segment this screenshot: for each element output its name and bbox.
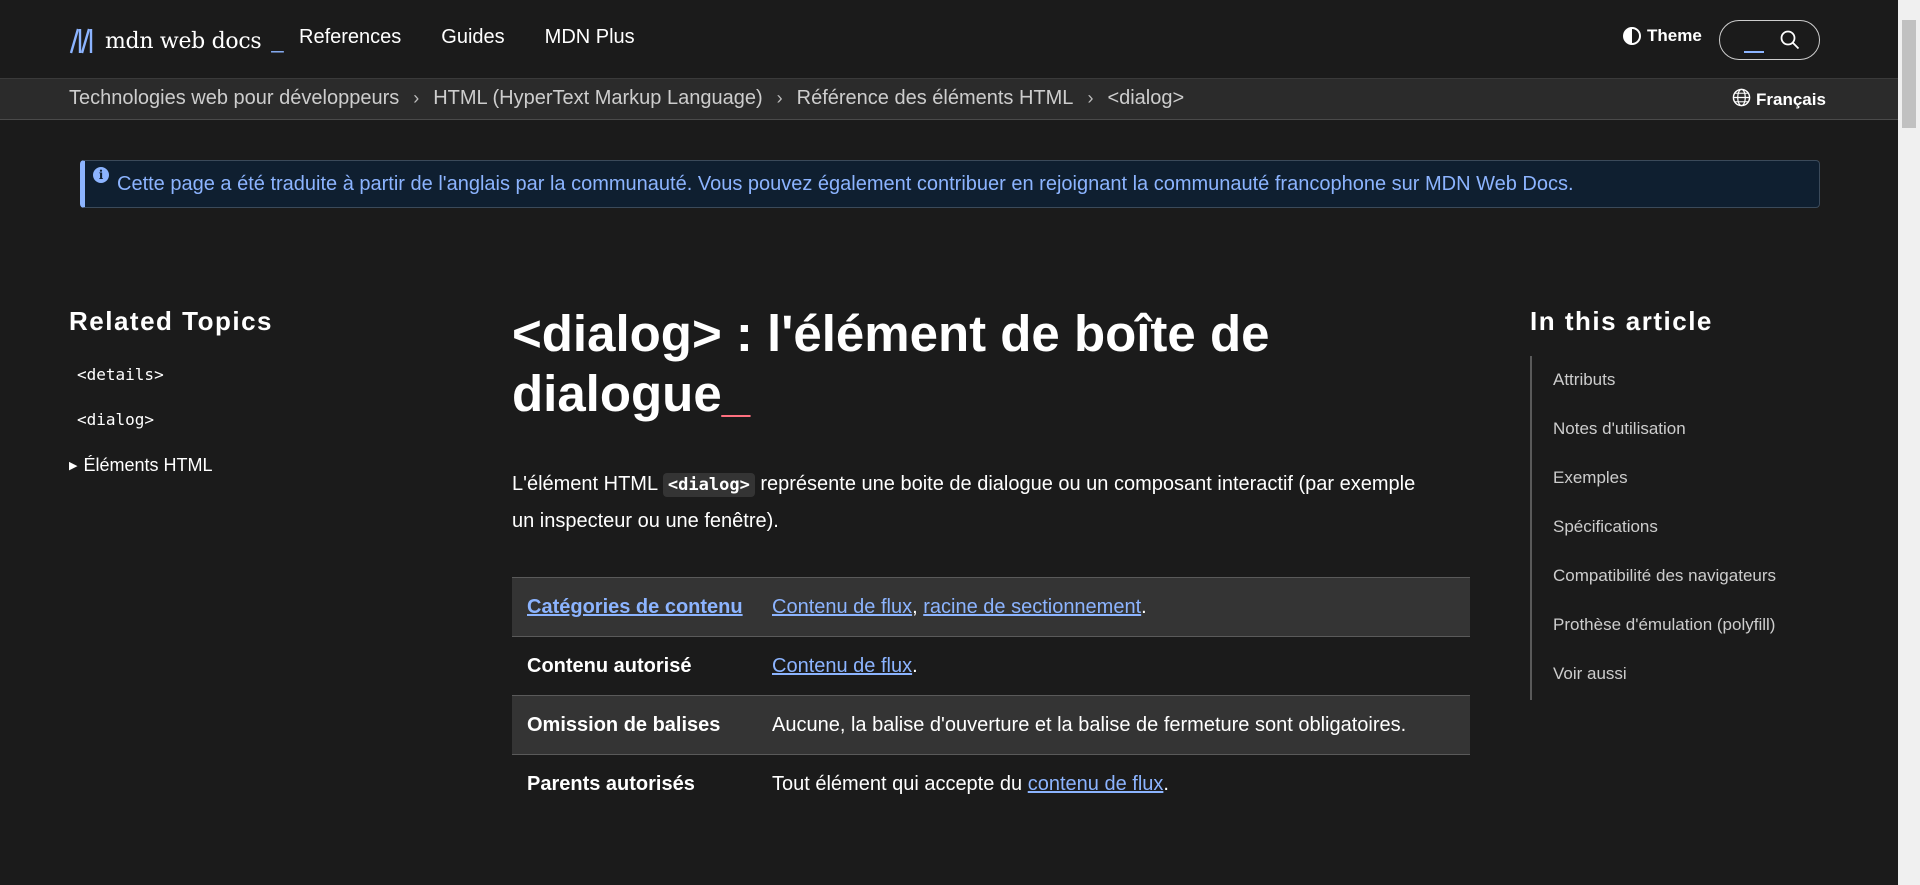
table-row: Parents autorisés Tout élément qui accep…: [512, 754, 1470, 814]
expand-triangle-icon: ▶: [69, 460, 78, 472]
content-categories-link[interactable]: Catégories de contenu: [527, 596, 743, 618]
theme-button[interactable]: Theme: [1623, 26, 1702, 46]
toc-item-compatibility[interactable]: Compatibilité des navigateurs: [1553, 566, 1776, 586]
intro-paragraph: L'élément HTML <dialog> représente une b…: [512, 466, 1432, 539]
flow-content-link[interactable]: Contenu de flux: [772, 596, 912, 618]
sidebar-item-dialog[interactable]: <dialog>: [77, 410, 154, 429]
breadcrumb-separator-icon: ›: [1087, 88, 1094, 108]
table-header-cell: Contenu autorisé: [527, 655, 692, 677]
sidebar-title: Related Topics: [69, 306, 274, 336]
nav-link-mdn-plus[interactable]: MDN Plus: [545, 26, 635, 49]
logo-underscore: _: [271, 28, 284, 53]
toc-item-specifications[interactable]: Spécifications: [1553, 517, 1658, 537]
breadcrumb-item-element-reference[interactable]: Référence des éléments HTML: [797, 87, 1074, 110]
table-cell-end: .: [912, 654, 918, 677]
nav-link-guides[interactable]: Guides: [441, 26, 504, 49]
toc-item-attributs[interactable]: Attributs: [1553, 370, 1615, 390]
logo-text: mdn web docs: [105, 28, 262, 54]
table-header-cell: Catégories de contenu: [512, 578, 762, 637]
vertical-scrollbar[interactable]: [1898, 0, 1920, 885]
table-header-cell: Omission de balises: [527, 714, 721, 736]
table-cell-separator: ,: [912, 595, 924, 618]
mdn-logo[interactable]: mdn web docs _: [69, 24, 284, 58]
search-icon[interactable]: [1780, 30, 1800, 55]
translation-notice: i Cette page a été traduite à partir de …: [80, 160, 1820, 208]
scrollbar-thumb[interactable]: [1902, 20, 1916, 128]
breadcrumb: Technologies web pour développeurs › HTM…: [69, 87, 1184, 110]
table-cell-text: Tout élément qui accepte du: [772, 772, 1028, 795]
table-row: Contenu autorisé Contenu de flux.: [512, 636, 1470, 696]
table-cell-end: .: [1163, 772, 1169, 795]
language-label: Français: [1756, 90, 1826, 109]
table-header-cell: Parents autorisés: [527, 773, 695, 795]
breadcrumb-separator-icon: ›: [413, 88, 420, 108]
table-row: Omission de balises Aucune, la balise d'…: [512, 695, 1470, 755]
sidebar-item-html-elements[interactable]: ▶ Éléments HTML: [69, 455, 213, 476]
title-underscore: _: [721, 365, 751, 422]
toc-item-notes[interactable]: Notes d'utilisation: [1553, 419, 1686, 439]
page-title-text: <dialog> : l'élément de boîte de dialogu…: [512, 305, 1270, 422]
theme-label: Theme: [1647, 26, 1702, 45]
breadcrumb-item-web-technologies[interactable]: Technologies web pour développeurs: [69, 87, 399, 110]
flow-content-link[interactable]: contenu de flux: [1028, 773, 1164, 795]
mdn-logo-icon: [69, 27, 97, 55]
intro-text-before: L'élément HTML: [512, 473, 663, 495]
breadcrumb-bar: Technologies web pour développeurs › HTM…: [0, 79, 1898, 120]
table-cell: Tout élément qui accepte du contenu de f…: [762, 755, 1470, 814]
table-cell: Contenu de flux.: [762, 637, 1470, 696]
intro-code-dialog: <dialog>: [662, 473, 755, 497]
toc-item-exemples[interactable]: Exemples: [1553, 468, 1628, 488]
notice-text[interactable]: Cette page a été traduite à partir de l'…: [117, 173, 1574, 196]
search-cursor: [1744, 51, 1764, 53]
toc-item-see-also[interactable]: Voir aussi: [1553, 664, 1627, 684]
breadcrumb-item-html[interactable]: HTML (HyperText Markup Language): [433, 87, 762, 110]
top-navigation: mdn web docs _ References Guides MDN Plu…: [0, 0, 1898, 79]
main-menu: References Guides MDN Plus: [299, 26, 635, 49]
toc-list: Attributs Notes d'utilisation Exemples S…: [1530, 356, 1830, 700]
language-switcher[interactable]: Français: [1732, 88, 1826, 112]
page-title: <dialog> : l'élément de boîte de dialogu…: [512, 304, 1332, 424]
search-input[interactable]: [1719, 20, 1820, 60]
sidebar-item-details[interactable]: <details>: [77, 365, 164, 384]
table-cell: Aucune, la balise d'ouverture et la bali…: [772, 713, 1407, 736]
properties-table: Catégories de contenu Contenu de flux, r…: [512, 577, 1470, 813]
breadcrumb-separator-icon: ›: [776, 88, 783, 108]
sectioning-root-link[interactable]: racine de sectionnement: [923, 596, 1141, 618]
nav-link-references[interactable]: References: [299, 26, 401, 49]
theme-contrast-icon: [1623, 27, 1641, 45]
table-row: Catégories de contenu Contenu de flux, r…: [512, 577, 1470, 637]
toc-title: In this article: [1530, 306, 1713, 336]
globe-icon: [1732, 88, 1751, 112]
breadcrumb-item-dialog[interactable]: <dialog>: [1107, 87, 1184, 110]
sidebar-toggle-label: Éléments HTML: [83, 455, 213, 475]
table-cell: Contenu de flux, racine de sectionnement…: [762, 578, 1470, 637]
flow-content-link[interactable]: Contenu de flux: [772, 655, 912, 677]
toc-item-polyfill[interactable]: Prothèse d'émulation (polyfill): [1553, 615, 1775, 635]
info-icon: i: [93, 167, 109, 183]
table-cell-end: .: [1141, 595, 1147, 618]
